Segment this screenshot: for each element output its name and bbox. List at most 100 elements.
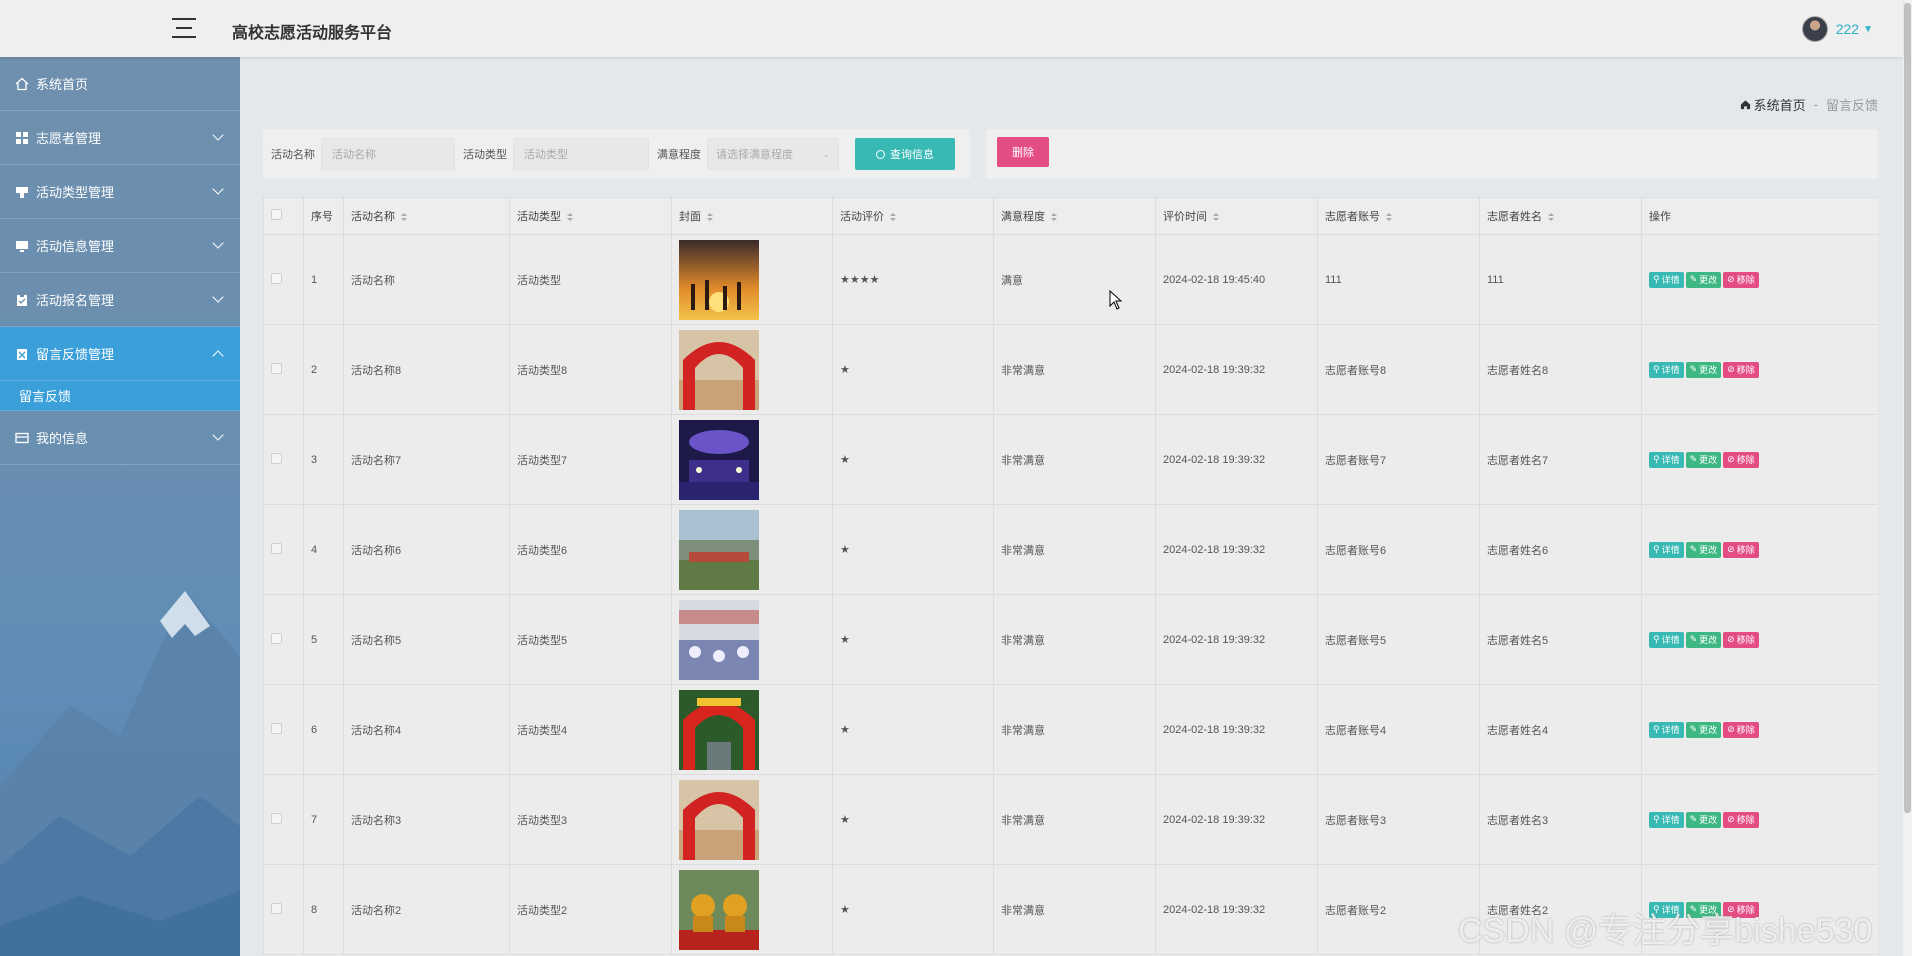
- activity-type-input[interactable]: 活动类型: [513, 138, 649, 170]
- table-row[interactable]: 3 活动名称7 活动类型7 ★ 非常满意 2024-02-18 19:39:32 志愿者账号…: [263, 414, 1878, 505]
- detail-button[interactable]: ⚲ 详情: [1649, 811, 1684, 828]
- breadcrumb-current: 留言反馈: [1825, 98, 1878, 113]
- detail-button[interactable]: ⚲ 详情: [1649, 631, 1684, 648]
- table-row[interactable]: 1 活动名称 活动类型 ★★★★ 满意 2024-02-18 19:45:40 111 111…: [263, 234, 1878, 325]
- table-row[interactable]: 2 活动名称8 活动类型8 ★ 非常满意 2024-02-18 19:39:32 志愿者账号…: [263, 324, 1878, 415]
- sidebar-item-activity-info[interactable]: 活动信息管理: [0, 219, 240, 273]
- column-header[interactable]: 封面: [671, 197, 833, 235]
- detail-button[interactable]: ⚲ 详情: [1649, 721, 1684, 738]
- edit-button-label: 更改: [1699, 545, 1718, 555]
- cover-image[interactable]: [679, 329, 759, 410]
- username[interactable]: 222: [1836, 21, 1859, 37]
- remove-button[interactable]: ⊘ 移除: [1723, 361, 1759, 378]
- row-index: 6: [303, 684, 344, 775]
- menu-toggle-icon[interactable]: [172, 18, 196, 40]
- column-header[interactable]: 评价时间: [1155, 197, 1318, 235]
- watermark-text: CSDN @专注分享bishe530: [1458, 912, 1873, 950]
- select-all-checkbox[interactable]: [271, 209, 282, 220]
- table-row[interactable]: 4 活动名称6 活动类型6 ★ 非常满意 2024-02-18 19:39:32 志愿者账号…: [263, 504, 1878, 595]
- edit-button[interactable]: ✎ 更改: [1685, 721, 1722, 738]
- sidebar-subitem-feedback[interactable]: 留言反馈: [0, 381, 240, 411]
- remove-button[interactable]: ⊘ 移除: [1723, 451, 1759, 468]
- edit-button[interactable]: ✎ 更改: [1685, 361, 1722, 378]
- sidebar-item-label: 活动类型管理: [36, 185, 115, 200]
- cover-image[interactable]: [679, 599, 759, 680]
- remove-button-label: 移除: [1736, 455, 1755, 465]
- sidebar-item-home[interactable]: 系统首页: [0, 57, 240, 111]
- edit-button[interactable]: ✎ 更改: [1685, 271, 1722, 288]
- volunteer-name-cell: 志愿者姓名5: [1479, 594, 1642, 685]
- detail-button[interactable]: ⚲ 详情: [1649, 361, 1684, 378]
- table-row[interactable]: 6 活动名称4 活动类型4 ★ 非常满意 2024-02-18 19:39:32 志愿者账号…: [263, 684, 1878, 775]
- row-checkbox[interactable]: [271, 812, 282, 824]
- sidebar-item-activity-types[interactable]: 活动类型管理: [0, 165, 240, 219]
- row-checkbox[interactable]: [271, 902, 282, 914]
- search-button[interactable]: 查询信息: [855, 138, 955, 170]
- edit-button[interactable]: ✎ 更改: [1685, 451, 1722, 468]
- rating-cell: ★★★★: [832, 234, 994, 325]
- row-checkbox[interactable]: [271, 542, 282, 554]
- breadcrumb-home[interactable]: 系统首页: [1740, 95, 1806, 114]
- cover-image[interactable]: [679, 689, 759, 770]
- satisfaction-cell: 非常满意: [993, 684, 1156, 775]
- sidebar-item-my-info[interactable]: 我的信息: [0, 411, 240, 465]
- cover-image[interactable]: [679, 869, 759, 950]
- row-checkbox[interactable]: [271, 362, 282, 374]
- row-checkbox[interactable]: [271, 452, 282, 464]
- remove-button[interactable]: ⊘ 移除: [1723, 631, 1759, 648]
- edit-button[interactable]: ✎ 更改: [1685, 811, 1722, 828]
- detail-button[interactable]: ⚲ 详情: [1649, 271, 1684, 288]
- bulk-delete-button[interactable]: 删除: [997, 137, 1049, 167]
- detail-button[interactable]: ⚲ 详情: [1649, 451, 1684, 468]
- page-scrollbar[interactable]: [1903, 0, 1912, 956]
- volunteer-name-cell: 志愿者姓名4: [1479, 684, 1642, 775]
- mountain-background-image: [0, 591, 240, 956]
- activity-type-cell: 活动类型7: [509, 414, 672, 505]
- table-row[interactable]: 5 活动名称5 活动类型5 ★ 非常满意 2024-02-18 19:39:32 志愿者账号…: [263, 594, 1878, 685]
- sort-icon[interactable]: [400, 212, 408, 222]
- cover-image[interactable]: [679, 239, 759, 320]
- sort-icon[interactable]: [1212, 212, 1220, 222]
- column-header[interactable]: 活动评价: [832, 197, 994, 235]
- caret-down-icon[interactable]: ▼: [1863, 24, 1873, 35]
- remove-button[interactable]: ⊘ 移除: [1723, 541, 1759, 558]
- column-header[interactable]: 活动类型: [509, 197, 672, 235]
- scrollbar-thumb[interactable]: [1904, 3, 1911, 813]
- sort-icon[interactable]: [706, 212, 714, 222]
- breadcrumb-home-label[interactable]: 系统首页: [1754, 95, 1806, 114]
- column-header[interactable]: 志愿者姓名: [1479, 197, 1642, 235]
- row-checkbox[interactable]: [271, 632, 282, 644]
- table-row[interactable]: 7 活动名称3 活动类型3 ★ 非常满意 2024-02-18 19:39:32 志愿者账号…: [263, 774, 1878, 865]
- remove-button[interactable]: ⊘ 移除: [1723, 721, 1759, 738]
- cover-image[interactable]: [679, 419, 759, 500]
- sidebar-item-volunteers[interactable]: 志愿者管理: [0, 111, 240, 165]
- activity-name-input[interactable]: 活动名称: [321, 138, 455, 170]
- column-header[interactable]: 活动名称: [343, 197, 510, 235]
- sidebar-item-feedback[interactable]: 留言反馈管理: [0, 327, 240, 381]
- remove-icon: ⊘: [1727, 454, 1735, 464]
- operations-cell: ⚲ 详情 ✎ 更改 ⊘ 移除: [1641, 504, 1878, 595]
- edit-button[interactable]: ✎ 更改: [1685, 631, 1722, 648]
- user-menu[interactable]: 222 ▼: [1801, 16, 1873, 42]
- detail-button[interactable]: ⚲ 详情: [1649, 541, 1684, 558]
- sort-icon[interactable]: [889, 212, 897, 222]
- rating-cell: ★: [832, 864, 994, 955]
- edit-button[interactable]: ✎ 更改: [1685, 541, 1722, 558]
- satisfaction-select[interactable]: 请选择满意程度 ⌄: [707, 138, 839, 170]
- cover-image[interactable]: [679, 509, 759, 590]
- column-header[interactable]: 志愿者账号: [1317, 197, 1480, 235]
- remove-button[interactable]: ⊘ 移除: [1723, 811, 1759, 828]
- volunteer-account-cell: 志愿者账号2: [1317, 864, 1480, 955]
- row-checkbox[interactable]: [271, 722, 282, 734]
- remove-button[interactable]: ⊘ 移除: [1723, 271, 1759, 288]
- sort-icon[interactable]: [1547, 212, 1555, 222]
- activity-type-label: 活动类型: [463, 149, 507, 161]
- sort-icon[interactable]: [1385, 212, 1393, 222]
- sidebar-item-registrations[interactable]: 活动报名管理: [0, 273, 240, 327]
- row-checkbox[interactable]: [271, 272, 282, 284]
- avatar[interactable]: [1801, 16, 1828, 42]
- sort-icon[interactable]: [566, 212, 574, 222]
- sort-icon[interactable]: [1050, 212, 1058, 222]
- column-header[interactable]: 满意程度: [993, 197, 1156, 235]
- cover-image[interactable]: [679, 779, 759, 860]
